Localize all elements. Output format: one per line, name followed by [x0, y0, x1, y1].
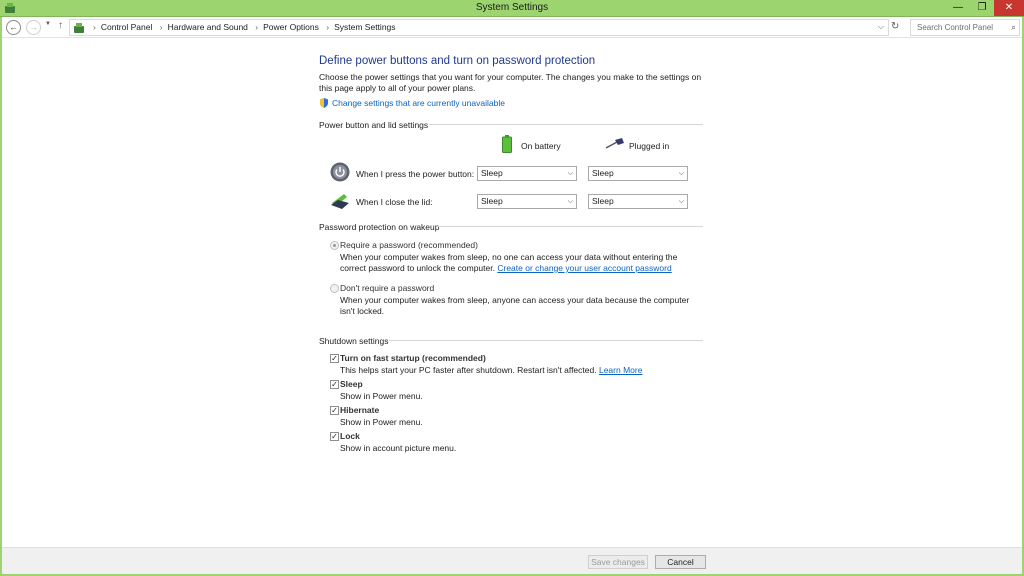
back-arrow-icon: ←	[9, 22, 18, 32]
shutdown-section-header: Shutdown settings	[319, 336, 388, 346]
change-settings-link[interactable]: Change settings that are currently unava…	[332, 98, 505, 108]
forward-arrow-icon: →	[29, 22, 38, 32]
window-frame-left	[0, 17, 2, 576]
lid-label: When I close the lid:	[356, 197, 433, 207]
section-title: Password protection on wakeup	[319, 222, 440, 232]
require-password-label: Require a password (recommended)	[340, 240, 478, 250]
require-password-radio[interactable]	[330, 241, 339, 250]
chevron-down-icon: ⌵	[678, 170, 684, 177]
power-button-icon	[330, 162, 350, 182]
fast-startup-checkbox[interactable]: ✓	[330, 354, 339, 363]
dont-require-password-label: Don't require a password	[340, 283, 435, 293]
hibernate-label: Hibernate	[340, 405, 380, 415]
save-changes-button[interactable]: Save changes	[588, 555, 648, 569]
power-button-label: When I press the power button:	[356, 169, 475, 179]
close-button[interactable]: ✕	[994, 0, 1024, 16]
column-header-plugged-in: Plugged in	[629, 141, 670, 151]
section-title: Power button and lid settings	[319, 120, 429, 130]
select-value: Sleep	[592, 196, 614, 206]
change-settings-row: Change settings that are currently unava…	[319, 98, 505, 108]
refresh-icon[interactable]: ↻	[891, 21, 899, 32]
breadcrumb-item[interactable]: Power Options	[263, 22, 319, 32]
sleep-desc: Show in Power menu.	[340, 391, 423, 401]
minimize-button[interactable]: —	[946, 0, 970, 16]
fast-startup-desc: This helps start your PC faster after sh…	[340, 365, 642, 376]
select-value: Sleep	[481, 196, 503, 206]
breadcrumb-chevron-icon[interactable]: ›	[326, 22, 329, 32]
address-dropdown-icon[interactable]: ⌵	[878, 22, 884, 32]
learn-more-link[interactable]: Learn More	[599, 365, 642, 375]
maximize-button[interactable]: ❐	[970, 0, 994, 16]
section-divider	[389, 340, 703, 341]
footer-bar: Save changes Cancel	[2, 547, 1022, 574]
sleep-label: Sleep	[340, 379, 363, 389]
fast-startup-label: Turn on fast startup (recommended)	[340, 353, 486, 363]
window-title: System Settings	[475, 2, 549, 13]
search-box[interactable]: ⌕	[910, 19, 1020, 36]
lock-checkbox[interactable]: ✓	[330, 432, 339, 441]
change-password-link[interactable]: Create or change your user account passw…	[497, 263, 671, 273]
power-button-plugged-select[interactable]: Sleep ⌵	[588, 166, 688, 181]
up-arrow-icon[interactable]: ↑	[58, 20, 63, 31]
dont-require-password-radio[interactable]	[330, 284, 339, 293]
breadcrumb-chevron-icon: ›	[93, 22, 96, 32]
dont-require-password-desc: When your computer wakes from sleep, any…	[340, 295, 690, 316]
require-password-desc: When your computer wakes from sleep, no …	[340, 252, 700, 274]
section-title: Shutdown settings	[319, 336, 389, 346]
select-value: Sleep	[592, 168, 614, 178]
laptop-lid-icon	[331, 194, 349, 209]
breadcrumb-item[interactable]: Hardware and Sound	[168, 22, 248, 32]
select-value: Sleep	[481, 168, 503, 178]
power-button-battery-select[interactable]: Sleep ⌵	[477, 166, 577, 181]
password-section-header: Password protection on wakeup	[319, 222, 440, 232]
section-divider	[437, 226, 703, 227]
breadcrumb: › Control Panel › Hardware and Sound › Powe…	[88, 22, 396, 32]
fast-startup-desc-text: This helps start your PC faster after sh…	[340, 365, 597, 375]
hibernate-desc: Show in Power menu.	[340, 417, 423, 427]
sleep-checkbox[interactable]: ✓	[330, 380, 339, 389]
lock-label: Lock	[340, 431, 360, 441]
lid-battery-select[interactable]: Sleep ⌵	[477, 194, 577, 209]
breadcrumb-item[interactable]: System Settings	[334, 22, 395, 32]
hibernate-checkbox[interactable]: ✓	[330, 406, 339, 415]
battery-icon	[502, 135, 512, 153]
breadcrumb-chevron-icon[interactable]: ›	[255, 22, 258, 32]
search-icon[interactable]: ⌕	[1011, 22, 1016, 33]
power-plug-icon	[605, 138, 624, 149]
column-header-on-battery: On battery	[521, 141, 561, 151]
uac-shield-icon	[320, 98, 328, 108]
recent-locations-dropdown-icon[interactable]: ▼	[45, 21, 51, 27]
chevron-down-icon: ⌵	[567, 198, 573, 205]
control-panel-icon	[74, 23, 84, 33]
chevron-down-icon: ⌵	[567, 170, 573, 177]
forward-button[interactable]: →	[26, 20, 41, 35]
page-intro: Choose the power settings that you want …	[319, 72, 702, 93]
address-toolbar: ← → ▼ ↑ › Control Panel › Hardware and Sou…	[2, 17, 1022, 38]
page-title: Define power buttons and turn on passwor…	[319, 55, 596, 67]
lock-desc: Show in account picture menu.	[340, 443, 457, 453]
section-divider	[429, 124, 703, 125]
lid-plugged-select[interactable]: Sleep ⌵	[588, 194, 688, 209]
cancel-button[interactable]: Cancel	[655, 555, 706, 569]
back-button[interactable]: ←	[6, 20, 21, 35]
breadcrumb-item[interactable]: Control Panel	[101, 22, 153, 32]
chevron-down-icon: ⌵	[678, 198, 684, 205]
breadcrumb-chevron-icon[interactable]: ›	[160, 22, 163, 32]
address-bar[interactable]: › Control Panel › Hardware and Sound › Powe…	[69, 19, 889, 36]
power-section-header: Power button and lid settings	[319, 120, 428, 130]
window-titlebar[interactable]: System Settings — ❐ ✕	[0, 0, 1024, 17]
search-input[interactable]	[911, 20, 1007, 35]
